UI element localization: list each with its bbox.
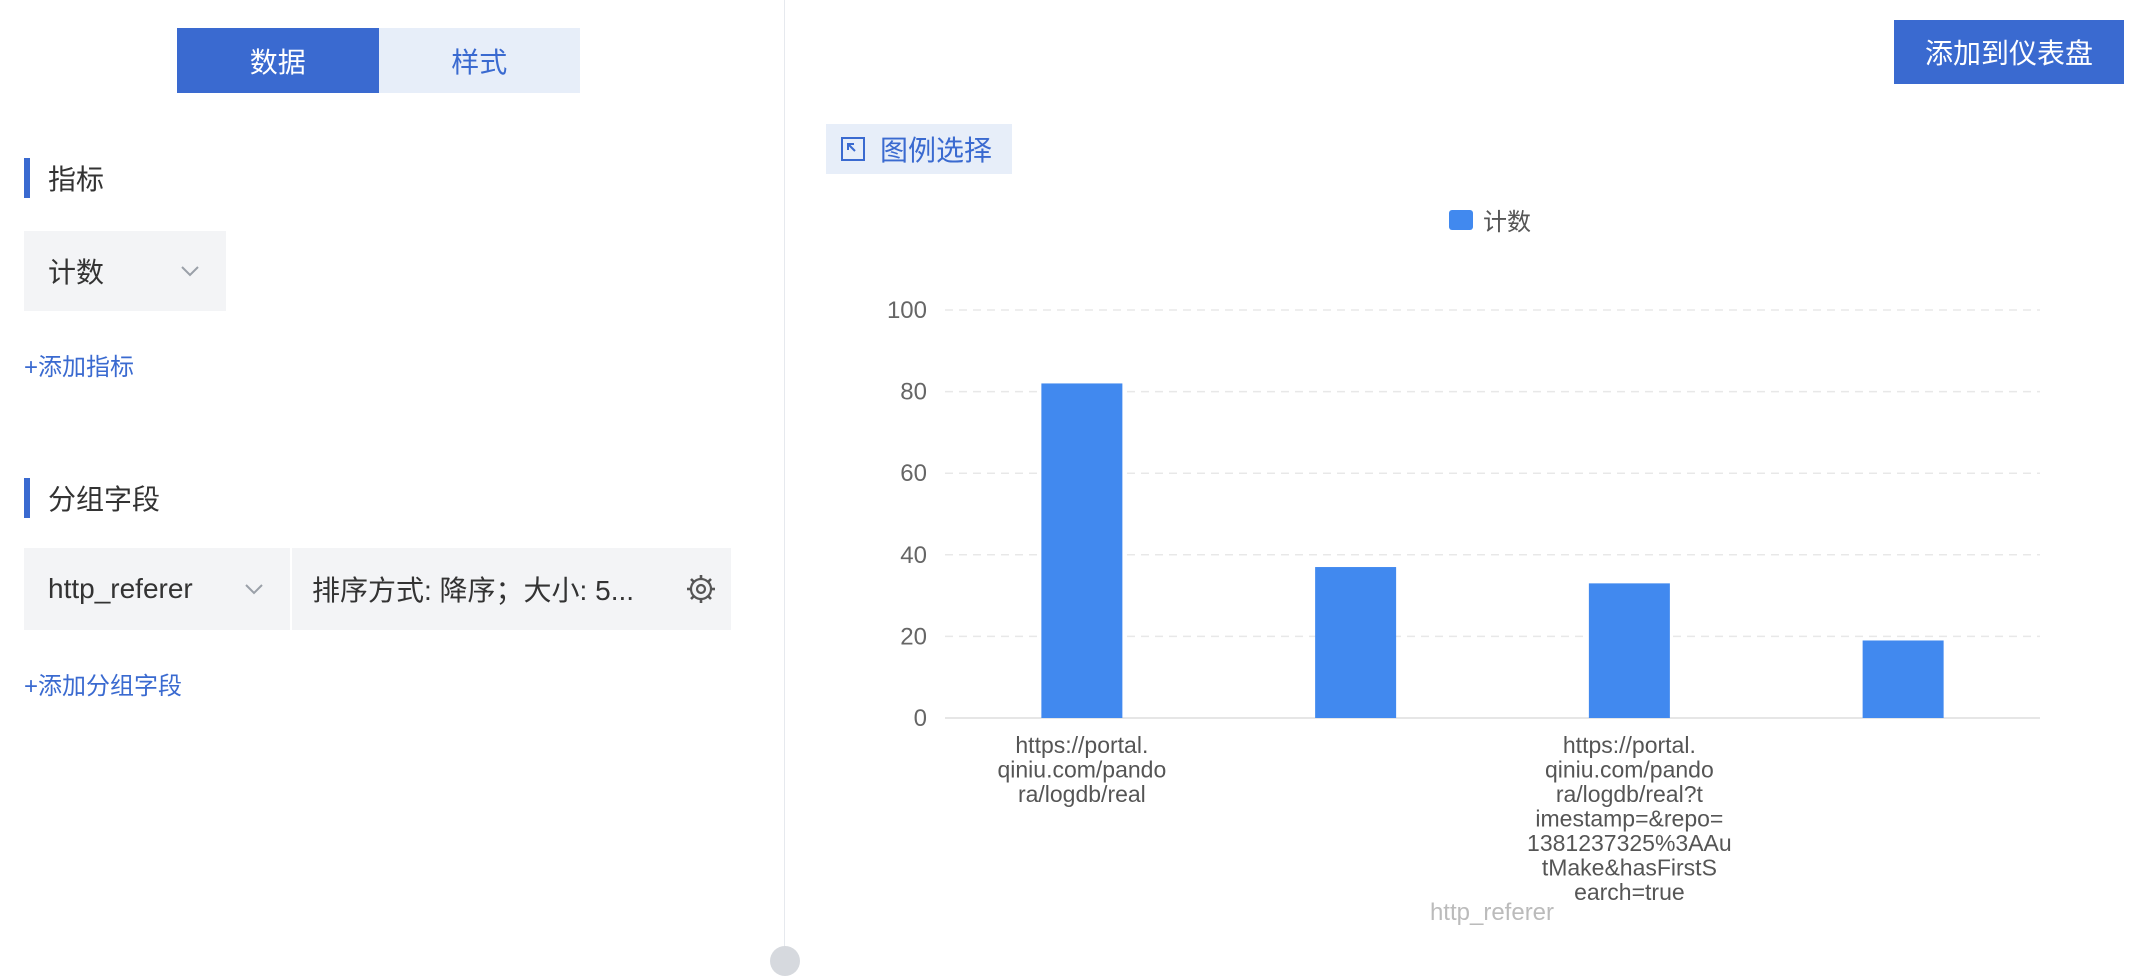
- bar: [1041, 383, 1123, 718]
- y-tick-label: 60: [900, 460, 927, 487]
- x-tick-label: 1381237325%3AAu: [1527, 830, 1732, 856]
- x-tick-label: qiniu.com/pando: [1545, 757, 1714, 783]
- y-tick-label: 100: [887, 297, 927, 324]
- y-tick-label: 40: [900, 542, 927, 569]
- bar: [1588, 583, 1670, 718]
- x-tick-label: https://portal.: [1015, 732, 1148, 758]
- bar: [1862, 640, 1944, 718]
- x-tick-label: qiniu.com/pando: [997, 757, 1166, 783]
- x-tick-label: tMake&hasFirstS: [1542, 855, 1717, 881]
- x-tick-label: ra/logdb/real?t: [1556, 781, 1704, 807]
- x-axis-title: http_referer: [1430, 899, 1554, 926]
- x-tick-label: earch=true: [1574, 879, 1685, 905]
- x-tick-label: ra/logdb/real: [1018, 781, 1146, 807]
- bar: [1315, 567, 1397, 718]
- y-tick-label: 0: [914, 705, 927, 732]
- x-tick-label: https://portal.: [1563, 732, 1696, 758]
- bar-chart: 020406080100https://portal.qiniu.com/pan…: [887, 297, 2040, 926]
- y-tick-label: 20: [900, 623, 927, 650]
- x-tick-label: imestamp=&repo=: [1535, 806, 1723, 832]
- y-tick-label: 80: [900, 379, 927, 406]
